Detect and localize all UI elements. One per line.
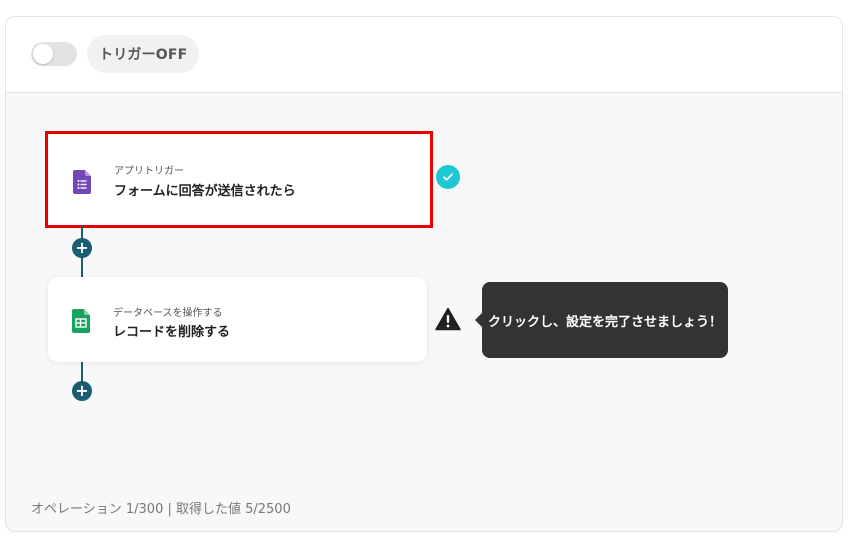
check-icon <box>436 165 460 189</box>
toggle-knob <box>33 44 53 64</box>
step-card-app-trigger[interactable]: アプリトリガー フォームに回答が送信されたら <box>45 131 433 228</box>
step-card-database[interactable]: データベースを操作する レコードを削除する <box>48 277 427 362</box>
add-step-button[interactable]: + <box>72 238 92 258</box>
step-subtitle: データベースを操作する <box>113 308 223 319</box>
usage-stats: オペレーション 1/300 | 取得した値 5/2500 <box>31 502 291 517</box>
panel-header: トリガーOFF <box>6 17 842 93</box>
trigger-toggle[interactable] <box>31 42 77 66</box>
step-subtitle: アプリトリガー <box>114 166 184 177</box>
trigger-status-label: トリガーOFF <box>87 35 200 73</box>
add-step-button[interactable]: + <box>72 381 92 401</box>
step-title: レコードを削除する <box>113 325 231 340</box>
google-sheets-icon <box>72 309 90 333</box>
tooltip-arrow <box>475 313 482 327</box>
tooltip-text: クリックし、設定を完了させましょう！ <box>487 314 722 330</box>
flow-panel: トリガーOFF アプリトリガー フォームに回答が送信されたら + データベースを… <box>5 16 843 532</box>
setup-tooltip: クリックし、設定を完了させましょう！ <box>475 282 728 358</box>
google-forms-icon <box>73 170 91 194</box>
step-title: フォームに回答が送信されたら <box>114 184 296 199</box>
warning-icon <box>435 307 461 331</box>
